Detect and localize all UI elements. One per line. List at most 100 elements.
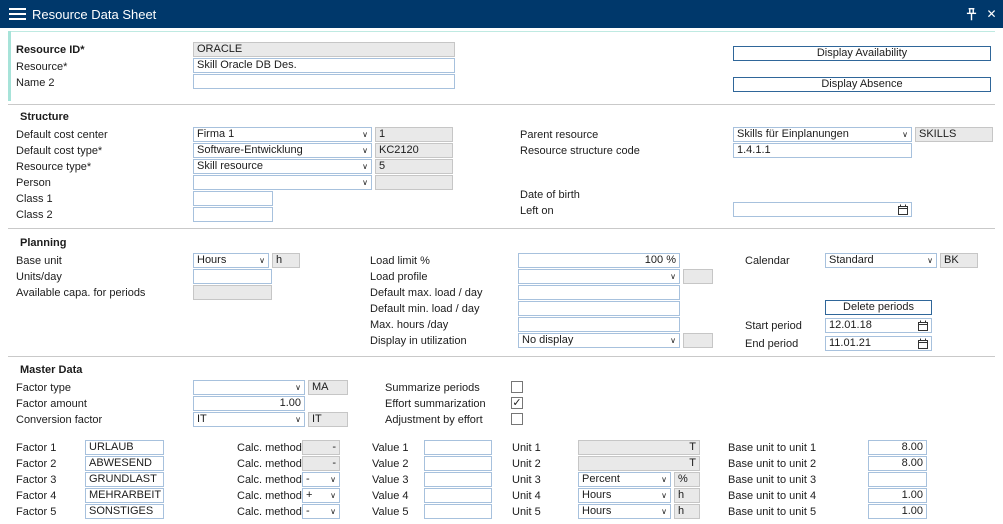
unit-2-field: T [578,456,700,471]
unit-4-label: Unit 4 [512,490,541,503]
value-3-field[interactable] [424,472,492,487]
default-max-load-label: Default max. load / day [370,287,483,300]
class1-field[interactable] [193,191,273,206]
conversion-factor-select[interactable]: IT ∨ [193,412,305,427]
value-4-field[interactable] [424,488,492,503]
calc-method-3-select[interactable]: - ∨ [302,472,340,487]
available-capa-label: Available capa. for periods [16,287,145,300]
name2-field[interactable] [193,74,455,89]
available-capa-field [193,285,272,300]
accent-bar [8,31,11,101]
factor-amount-field[interactable]: 1.00 [193,396,305,411]
display-in-utilization-select[interactable]: No display ∨ [518,333,680,348]
unit-5-label: Unit 5 [512,506,541,519]
calendar-icon[interactable] [918,320,928,331]
base-unit-to-unit-2-field[interactable]: 8.00 [868,456,927,471]
calendar-code: BK [940,253,978,268]
factor-amount-label: Factor amount [16,398,87,411]
adjustment-by-effort-label: Adjustment by effort [385,414,483,427]
unit-3-select[interactable]: Percent ∨ [578,472,671,487]
unit-2-label: Unit 2 [512,458,541,471]
title-bar: Resource Data Sheet ✕ [0,0,1003,28]
load-limit-field[interactable]: 100 % [518,253,680,268]
unit-3-code: % [674,472,700,487]
resource-structure-code-field[interactable]: 1.4.1.1 [733,143,912,158]
factor-2-label: Factor 2 [16,458,56,471]
default-cost-type-label: Default cost type* [16,145,102,158]
chevron-down-icon: ∨ [362,128,368,141]
start-period-date-field[interactable]: 12.01.18 [825,318,932,333]
effort-summarization-label: Effort summarization [385,398,486,411]
parent-resource-select[interactable]: Skills für Einplanungen ∨ [733,127,912,142]
parent-resource-label: Parent resource [520,129,598,142]
max-hours-day-field[interactable] [518,317,680,332]
menu-icon[interactable] [9,8,26,20]
class2-field[interactable] [193,207,273,222]
units-per-day-field[interactable] [193,269,272,284]
default-cost-center-select[interactable]: Firma 1 ∨ [193,127,372,142]
base-unit-label: Base unit [16,255,62,268]
person-select[interactable]: ∨ [193,175,372,190]
name2-label: Name 2 [16,77,55,90]
resource-type-select[interactable]: Skill resource ∨ [193,159,372,174]
base-unit-to-unit-5-field[interactable]: 1.00 [868,504,927,519]
unit-4-code: h [674,488,700,503]
default-cost-center-label: Default cost center [16,129,108,142]
factor-type-select[interactable]: ∨ [193,380,305,395]
calendar-icon[interactable] [898,204,908,215]
calendar-icon[interactable] [918,338,928,349]
load-profile-label: Load profile [370,271,428,284]
value-1-field[interactable] [424,440,492,455]
display-availability-button[interactable]: Display Availability [733,46,991,61]
summarize-periods-checkbox[interactable] [511,381,523,393]
base-unit-select[interactable]: Hours ∨ [193,253,269,268]
factor-5-field[interactable]: SONSTIGES [85,504,164,519]
master-data-heading: Master Data [20,364,82,377]
chevron-down-icon: ∨ [661,473,667,486]
close-icon[interactable]: ✕ [984,6,999,22]
value-2-field[interactable] [424,456,492,471]
factor-3-field[interactable]: GRUNDLAST [85,472,164,487]
resource-field[interactable]: Skill Oracle DB Des. [193,58,455,73]
menu-bar [9,13,26,15]
left-on-date-field[interactable] [733,202,912,217]
base-unit-to-unit-1-field[interactable]: 8.00 [868,440,927,455]
calc-method-4-value: + [306,489,312,502]
conversion-factor-value: IT [197,413,207,426]
value-1-label: Value 1 [372,442,409,455]
factor-2-field[interactable]: ABWESEND [85,456,164,471]
unit-3-value: Percent [582,473,620,486]
unit-3-label: Unit 3 [512,474,541,487]
chevron-down-icon: ∨ [670,270,676,283]
display-absence-button[interactable]: Display Absence [733,77,991,92]
default-min-load-field[interactable] [518,301,680,316]
adjustment-by-effort-checkbox[interactable] [511,413,523,425]
base-unit-to-unit-4-field[interactable]: 1.00 [868,488,927,503]
chevron-down-icon: ∨ [295,381,301,394]
section-divider [8,356,995,357]
base-unit-to-unit-5-label: Base unit to unit 5 [728,506,816,519]
factor-1-field[interactable]: URLAUB [85,440,164,455]
calendar-select[interactable]: Standard ∨ [825,253,937,268]
value-5-field[interactable] [424,504,492,519]
base-unit-to-unit-3-field[interactable] [868,472,927,487]
delete-periods-button[interactable]: Delete periods [825,300,932,315]
end-period-date-field[interactable]: 11.01.21 [825,336,932,351]
effort-summarization-checkbox[interactable]: ✓ [511,397,523,409]
factor-4-label: Factor 4 [16,490,56,503]
calc-method-4-select[interactable]: + ∨ [302,488,340,503]
calc-method-3-label: Calc. method 3 [237,474,311,487]
calc-method-5-select[interactable]: - ∨ [302,504,340,519]
pin-icon[interactable] [964,7,979,22]
value-2-label: Value 2 [372,458,409,471]
default-cost-type-select[interactable]: Software-Entwicklung ∨ [193,143,372,158]
unit-4-select[interactable]: Hours ∨ [578,488,671,503]
unit-5-select[interactable]: Hours ∨ [578,504,671,519]
resource-type-label: Resource type* [16,161,91,174]
load-profile-select[interactable]: ∨ [518,269,680,284]
value-3-label: Value 3 [372,474,409,487]
load-profile-code [683,269,713,284]
factor-4-field[interactable]: MEHRARBEIT [85,488,164,503]
chevron-down-icon: ∨ [670,334,676,347]
default-max-load-field[interactable] [518,285,680,300]
